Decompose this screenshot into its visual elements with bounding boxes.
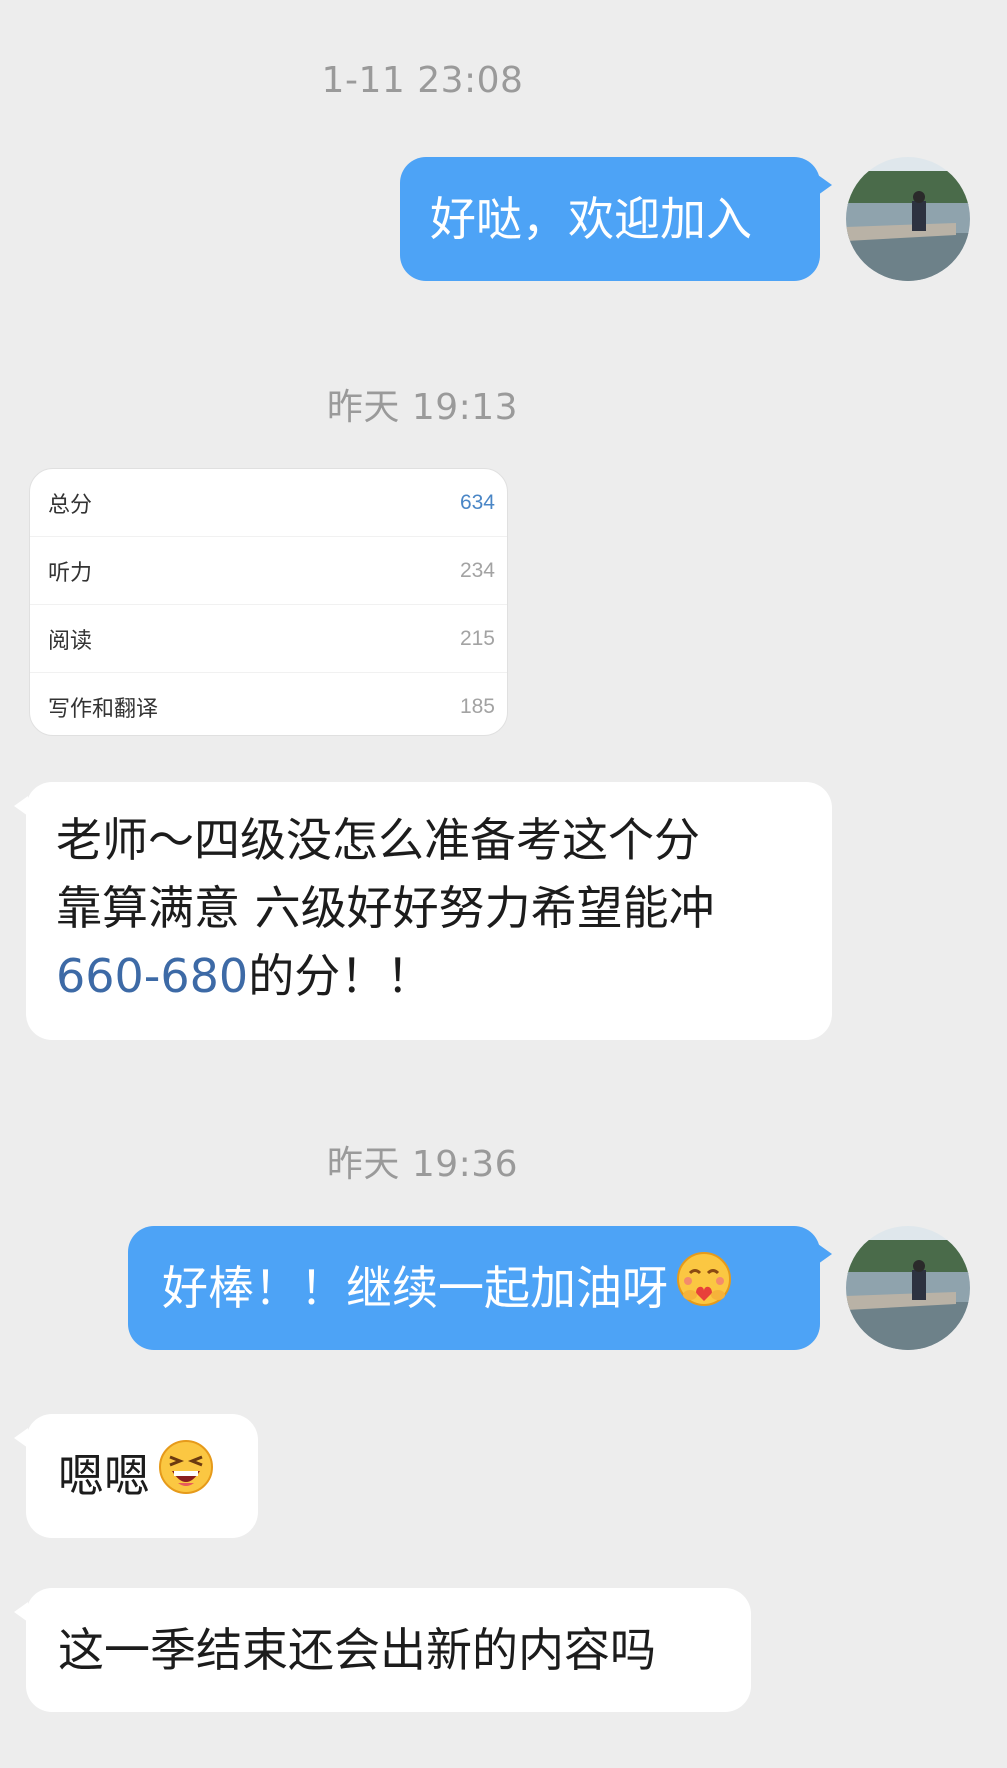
hugging-face-icon: [676, 1251, 732, 1325]
message-line: 老师～四级没怎么准备考这个分: [56, 813, 700, 867]
message-text: 好棒！！继续一起加油呀: [162, 1261, 668, 1315]
score-row-writing: 写作和翻译 185: [48, 695, 495, 722]
my-avatar[interactable]: [846, 1226, 970, 1350]
timestamp: 昨天 19:36: [326, 1144, 519, 1185]
message-line: 靠算满意 六级好好努力希望能冲: [56, 881, 715, 935]
avatar-photo-icon: [846, 157, 970, 281]
score-row-total: 总分 634: [30, 469, 507, 537]
score-screenshot[interactable]: 总分 634 听力 234 阅读 215 写作和翻译 185: [29, 468, 508, 736]
score-row-listening: 听力 234: [30, 537, 507, 605]
message-text: 的分！！: [248, 949, 433, 1003]
score-link[interactable]: 660-680: [56, 949, 248, 1003]
laughing-face-icon: [158, 1439, 214, 1513]
outgoing-message[interactable]: 好棒！！继续一起加油呀: [128, 1226, 832, 1350]
message-text: 嗯嗯: [58, 1449, 150, 1503]
my-avatar[interactable]: [846, 157, 970, 281]
timestamp: 昨天 19:13: [326, 387, 519, 428]
avatar-photo-icon: [846, 1226, 970, 1350]
message-line: 660-680的分！！: [56, 942, 802, 1010]
timestamp: 1-11 23:08: [321, 60, 524, 101]
message-text: 这一季结束还会出新的内容吗: [58, 1623, 656, 1677]
incoming-message[interactable]: 嗯嗯: [14, 1414, 258, 1538]
score-row-reading: 阅读 215: [30, 605, 507, 673]
chat-view[interactable]: 1-11 23:08 好哒，欢迎加入 昨天 19:13 总分 634 听力 23…: [0, 0, 1007, 1768]
incoming-message[interactable]: 这一季结束还会出新的内容吗: [14, 1588, 751, 1712]
outgoing-message[interactable]: 好哒，欢迎加入: [400, 157, 832, 281]
message-text: 好哒，欢迎加入: [430, 192, 752, 246]
incoming-message[interactable]: 老师～四级没怎么准备考这个分 靠算满意 六级好好努力希望能冲 660-680的分…: [14, 782, 832, 1040]
